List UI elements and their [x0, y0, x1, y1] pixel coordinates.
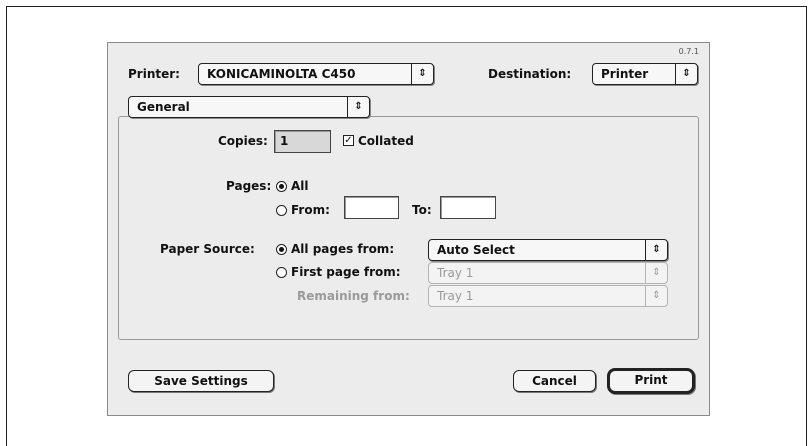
pages-all-radio[interactable] — [276, 181, 287, 192]
print-dialog: 0.7.1 Printer: KONICAMINOLTA C450 ⇕ Dest… — [107, 42, 710, 416]
print-button[interactable]: Print — [607, 368, 695, 394]
collated-checkbox[interactable]: ✓ — [343, 135, 354, 146]
destination-value: Printer — [601, 67, 649, 81]
popup-arrows-icon: ⇕ — [411, 64, 433, 84]
pages-from-radio[interactable] — [276, 205, 287, 216]
popup-arrows-icon: ⇕ — [645, 286, 667, 306]
panel-popup[interactable]: General ⇕ — [128, 96, 370, 118]
version-label: 0.7.1 — [678, 47, 699, 56]
cancel-button[interactable]: Cancel — [513, 370, 596, 392]
all-pages-source-value: Auto Select — [437, 243, 515, 257]
pages-to-field[interactable] — [440, 196, 496, 219]
save-settings-button[interactable]: Save Settings — [128, 370, 274, 392]
destination-label: Destination: — [488, 67, 572, 81]
remaining-source-value: Tray 1 — [437, 289, 474, 303]
pages-to-label: To: — [412, 203, 432, 217]
pages-from-label: From: — [291, 203, 330, 217]
popup-arrows-icon: ⇕ — [347, 97, 369, 117]
remaining-from-label: Remaining from: — [297, 289, 410, 303]
first-page-from-label: First page from: — [291, 265, 401, 279]
pages-all-label: All — [291, 179, 309, 193]
popup-arrows-icon: ⇕ — [645, 263, 667, 283]
destination-popup[interactable]: Printer ⇕ — [592, 63, 698, 85]
panel-value: General — [137, 100, 190, 114]
pages-from-field[interactable] — [344, 196, 399, 219]
popup-arrows-icon: ⇕ — [645, 240, 667, 260]
remaining-source-popup[interactable]: Tray 1 ⇕ — [428, 285, 668, 307]
printer-popup[interactable]: KONICAMINOLTA C450 ⇕ — [198, 63, 434, 85]
printer-label: Printer: — [128, 67, 180, 81]
copies-label: Copies: — [218, 134, 268, 148]
all-pages-from-label: All pages from: — [291, 242, 395, 256]
pages-label: Pages: — [226, 179, 272, 193]
all-pages-from-radio[interactable] — [276, 244, 287, 255]
first-page-from-radio[interactable] — [276, 267, 287, 278]
printer-value: KONICAMINOLTA C450 — [207, 67, 356, 81]
all-pages-source-popup[interactable]: Auto Select ⇕ — [428, 239, 668, 261]
first-page-source-popup[interactable]: Tray 1 ⇕ — [428, 262, 668, 284]
copies-field[interactable]: 1 — [274, 130, 331, 153]
paper-source-label: Paper Source: — [160, 242, 255, 256]
popup-arrows-icon: ⇕ — [675, 64, 697, 84]
collated-label: Collated — [358, 134, 414, 148]
first-page-source-value: Tray 1 — [437, 266, 474, 280]
